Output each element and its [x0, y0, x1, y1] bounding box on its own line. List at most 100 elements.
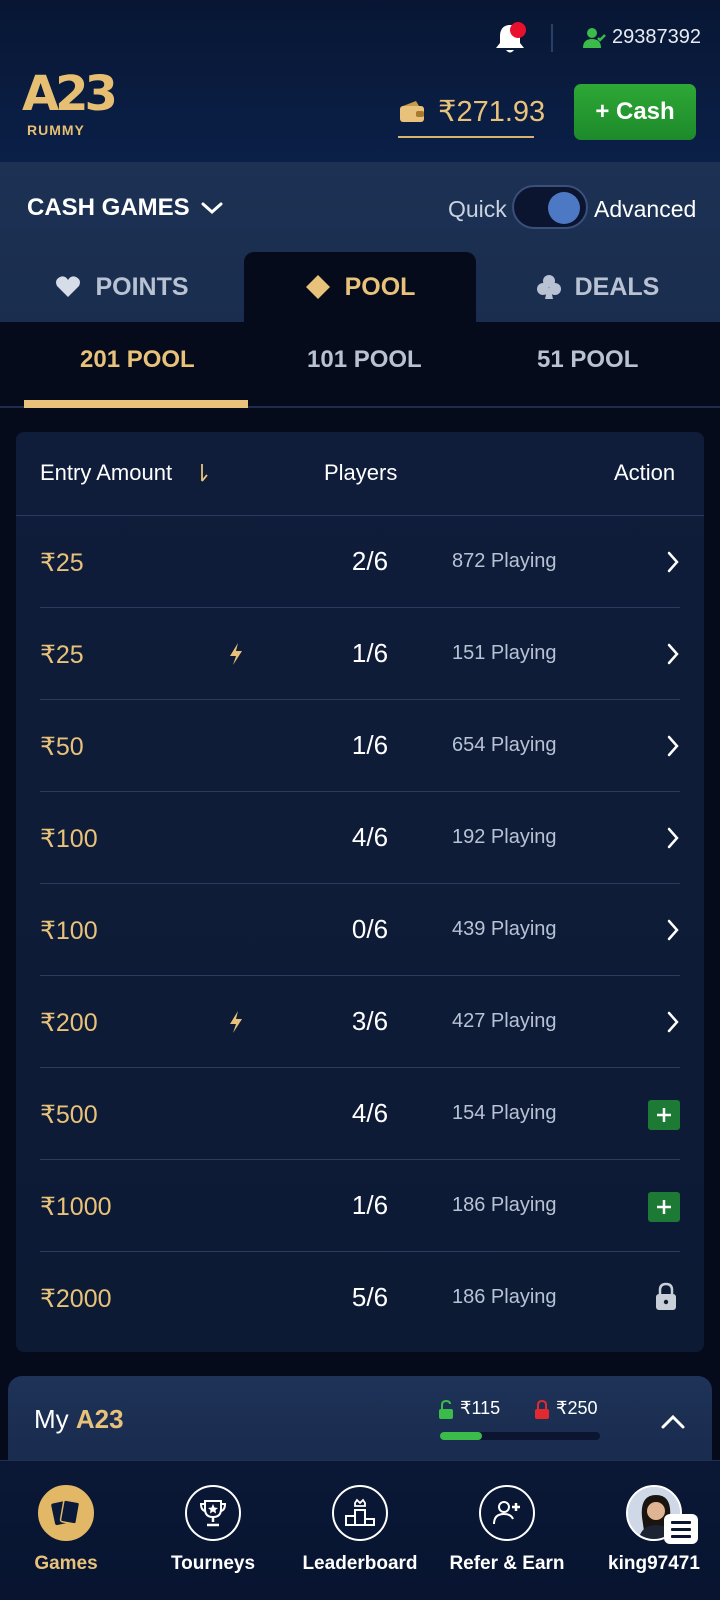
tab-pool[interactable]: POOL [244, 252, 476, 322]
advanced-mode-label: Advanced [594, 196, 697, 222]
playing-count: 186 Playing [452, 1194, 557, 1216]
lock-icon[interactable] [654, 1282, 678, 1312]
logo-subtext: RUMMY [27, 122, 85, 138]
playing-count: 427 Playing [452, 1010, 557, 1032]
tab-deals-label: DEALS [574, 272, 660, 301]
add-cash-button[interactable]: + Cash [574, 84, 696, 140]
heart-icon [56, 276, 81, 297]
nav-refer-earn[interactable]: Refer & Earn [446, 1461, 568, 1600]
menu-bar [671, 1527, 691, 1531]
table-row[interactable]: ₹50 1/6 654 Playing [40, 700, 680, 792]
nav-leaderboard[interactable]: Leaderboard [294, 1461, 426, 1600]
tab-pool-label: POOL [344, 272, 416, 301]
my-a23-title: My A23 [34, 1404, 124, 1435]
entry-amount: ₹2000 [40, 1285, 112, 1313]
menu-icon[interactable] [664, 1514, 698, 1544]
players-count: 2/6 [351, 546, 389, 576]
bonus-progress-fill [440, 1432, 482, 1440]
lightning-icon [230, 643, 242, 665]
podium-icon [332, 1485, 388, 1541]
chevron-right-icon[interactable] [666, 918, 680, 942]
top-header: 29387392 A23 RUMMY ₹271.93 + Cash [0, 0, 720, 162]
tab-points-label: POINTS [95, 272, 189, 301]
players-count: 5/6 [351, 1282, 389, 1312]
playing-count: 439 Playing [452, 918, 557, 940]
table-row[interactable]: ₹2000 5/6 186 Playing [40, 1252, 680, 1344]
table-row[interactable]: ₹200 3/6 427 Playing [40, 976, 680, 1068]
chevron-up-icon[interactable] [660, 1412, 686, 1430]
refer-icon [479, 1485, 535, 1541]
a23-logo: A23 RUMMY [22, 66, 118, 142]
my-a23-title-prefix: My [34, 1404, 69, 1434]
playing-count: 186 Playing [452, 1286, 557, 1308]
table-row[interactable]: ₹100 4/6 192 Playing [40, 792, 680, 884]
chevron-right-icon[interactable] [666, 642, 680, 666]
unlocked-icon [439, 1400, 453, 1419]
table-row[interactable]: ₹1000 1/6 186 Playing [40, 1160, 680, 1252]
table-row[interactable]: ₹25 2/6 872 Playing [40, 516, 680, 608]
active-subtab-indicator [24, 400, 248, 408]
header-divider [551, 24, 553, 52]
players-count: 1/6 [351, 638, 389, 668]
entry-amount: ₹200 [40, 1009, 98, 1037]
mode-toggle[interactable] [512, 185, 588, 229]
notification-dot [510, 22, 526, 38]
add-table-button[interactable] [648, 1100, 680, 1130]
nav-games-label: Games [34, 1553, 98, 1574]
chevron-right-icon[interactable] [666, 826, 680, 850]
entry-amount: ₹100 [40, 917, 98, 945]
menu-bar [671, 1520, 691, 1524]
trophy-icon [185, 1485, 241, 1541]
chevron-right-icon[interactable] [666, 734, 680, 758]
playing-count: 154 Playing [452, 1102, 557, 1124]
sort-arrow-icon[interactable] [198, 462, 210, 484]
my-a23-title-brand: A23 [75, 1404, 124, 1434]
tab-deals[interactable]: DEALS [476, 252, 720, 322]
subtab-51-pool[interactable]: 51 POOL [537, 346, 638, 374]
locked-icon [535, 1400, 549, 1419]
nav-games[interactable]: Games [22, 1461, 110, 1600]
subtab-201-pool[interactable]: 201 POOL [80, 346, 195, 374]
chevron-down-icon[interactable] [200, 198, 224, 218]
players-count: 0/6 [351, 914, 389, 944]
balance-underline [398, 136, 534, 138]
playing-count: 872 Playing [452, 550, 557, 572]
table-row[interactable]: ₹25 1/6 151 Playing [40, 608, 680, 700]
user-id: 29387392 [612, 26, 701, 48]
col-entry-amount[interactable]: Entry Amount [40, 460, 172, 486]
nav-tourneys[interactable]: Tourneys [160, 1461, 266, 1600]
plus-icon [657, 1108, 671, 1122]
bonus-progress-bar [440, 1432, 600, 1440]
tab-points[interactable]: POINTS [0, 252, 244, 322]
add-table-button[interactable] [648, 1192, 680, 1222]
lightning-icon [230, 1011, 242, 1033]
chevron-right-icon[interactable] [666, 550, 680, 574]
wallet-icon[interactable] [398, 100, 426, 124]
unlocked-amount: ₹115 [460, 1398, 501, 1418]
playing-count: 192 Playing [452, 826, 557, 848]
diamond-icon [305, 275, 330, 299]
nav-refer-label: Refer & Earn [449, 1553, 565, 1574]
playing-count: 654 Playing [452, 734, 557, 756]
col-action: Action [614, 460, 676, 485]
playing-count: 151 Playing [452, 642, 557, 664]
entry-amount: ₹1000 [40, 1193, 112, 1221]
locked-amount: ₹250 [556, 1398, 598, 1418]
pool-table: Entry Amount Players Action ₹25 2/6 872 Pl… [16, 432, 704, 1352]
entry-amount: ₹25 [40, 641, 84, 669]
col-players: Players [324, 460, 398, 485]
entry-amount: ₹25 [40, 549, 84, 577]
players-count: 4/6 [351, 822, 389, 852]
plus-icon [657, 1200, 671, 1214]
cards-icon [38, 1485, 94, 1541]
players-count: 3/6 [351, 1006, 389, 1036]
quick-mode-label: Quick [448, 196, 507, 222]
wallet-balance[interactable]: ₹271.93 [438, 94, 545, 129]
table-row[interactable]: ₹500 4/6 154 Playing [40, 1068, 680, 1160]
cash-games-dropdown[interactable]: CASH GAMES [27, 194, 190, 222]
nav-profile-label: king97471 [608, 1553, 700, 1574]
table-row[interactable]: ₹100 0/6 439 Playing [40, 884, 680, 976]
menu-bar [671, 1534, 691, 1538]
chevron-right-icon[interactable] [666, 1010, 680, 1034]
subtab-101-pool[interactable]: 101 POOL [307, 346, 422, 374]
